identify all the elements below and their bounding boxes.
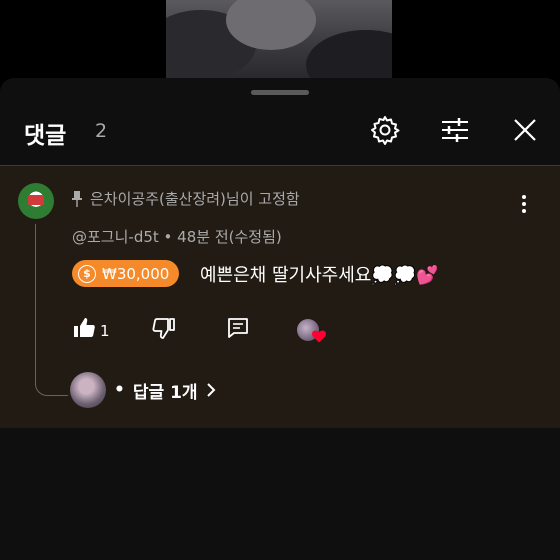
comment-meta: @포그니-d5t • 48분 전(수정됨) (72, 226, 282, 247)
more-vert-icon[interactable] (516, 192, 532, 216)
drag-handle[interactable] (251, 90, 309, 95)
reply-bullet: • (114, 380, 125, 400)
author-avatar[interactable] (18, 183, 54, 219)
comment-actions: 1 (72, 316, 372, 346)
video-preview[interactable] (166, 0, 392, 78)
meta-separator: • (163, 228, 178, 246)
like-icon[interactable] (72, 316, 96, 340)
dislike-icon[interactable] (152, 316, 176, 340)
pinned-comment: 은차이공주(출산장려)님이 고정함 @포그니-d5t • 48분 전(수정됨) … (0, 166, 560, 428)
replies-label: 답글 1개 (132, 382, 198, 403)
superthanks-icon: $ (78, 264, 96, 283)
superchat-badge: $ ₩30,000 (72, 260, 180, 287)
filter-icon[interactable] (439, 114, 471, 146)
chevron-right-icon (206, 383, 215, 397)
comment-author[interactable]: @포그니-d5t (72, 228, 159, 246)
comments-count: 2 (95, 120, 108, 142)
thread-line (35, 224, 36, 382)
superchat-amount: ₩30,000 (102, 264, 170, 283)
comment-time: 48분 전(수정됨) (177, 228, 282, 246)
pinned-text: 은차이공주(출산장려)님이 고정함 (90, 190, 300, 208)
creator-heart-icon (312, 330, 326, 343)
settings-icon[interactable] (369, 114, 401, 146)
pinned-label: 은차이공주(출산장려)님이 고정함 (72, 188, 300, 209)
like-count: 1 (100, 322, 110, 340)
comments-sheet: 댓글 2 은차이공주(출산장려)님이 고정함 @포그니-d5t • 48분 전(… (0, 78, 560, 560)
reply-icon[interactable] (226, 316, 250, 340)
video-dark-area (306, 30, 392, 78)
comment-text: 예쁜은채 딸기사주세요💭💭💕 (200, 265, 439, 286)
reply-avatar (70, 372, 106, 408)
close-icon[interactable] (509, 114, 541, 146)
pin-icon (72, 190, 82, 207)
comments-header: 댓글 2 (0, 100, 560, 164)
replies-toggle[interactable]: • 답글 1개 (70, 372, 216, 408)
thread-connector (35, 371, 68, 396)
comments-title: 댓글 (24, 123, 67, 149)
